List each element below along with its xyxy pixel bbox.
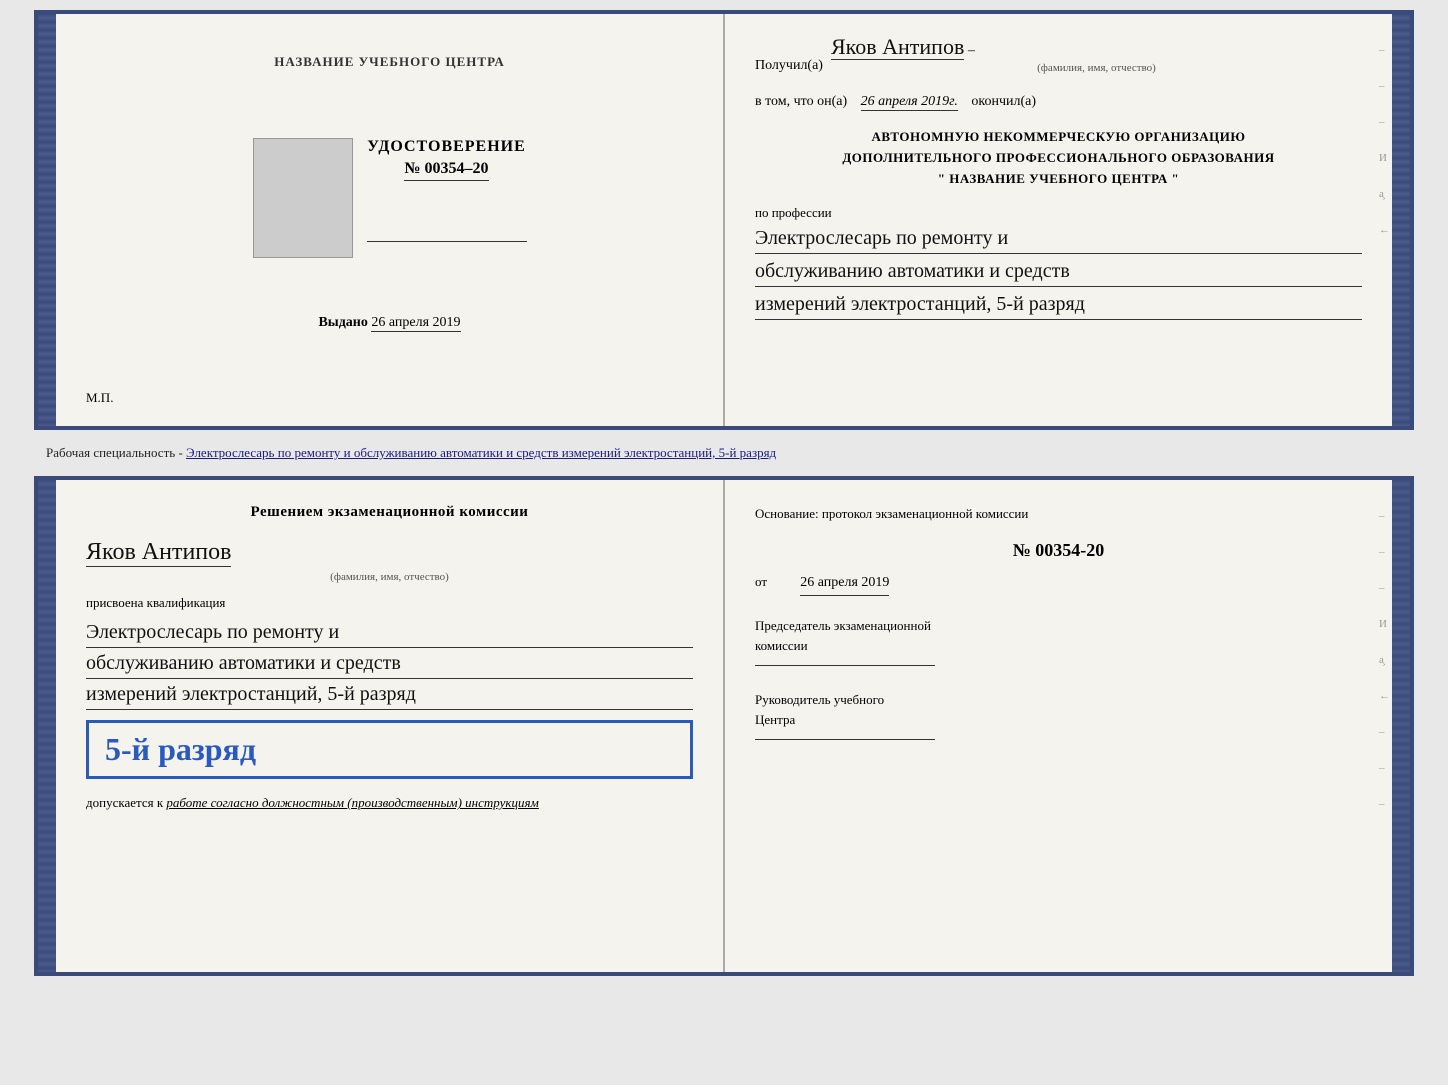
person-name-bottom: Яков Антипов [86, 539, 231, 567]
rank-text: 5-й разряд [105, 731, 256, 767]
left-spine-top [38, 14, 56, 426]
name-caption-top: (фамилия, имя, отчество) [831, 62, 1362, 74]
head-label1: Руководитель учебного [755, 690, 1362, 710]
org-name-left: НАЗВАНИЕ УЧЕБНОГО ЦЕНТРА [274, 54, 505, 70]
top-left-page: НАЗВАНИЕ УЧЕБНОГО ЦЕНТРА УДОСТОВЕРЕНИЕ №… [56, 14, 725, 426]
name-caption-bottom: (фамилия, имя, отчество) [86, 571, 693, 583]
profession-text-line3: измерений электростанций, 5-й разряд [755, 289, 1362, 320]
right-dashes: –––Иа̧← [1379, 44, 1390, 236]
cert-number: № 00354–20 [404, 160, 488, 181]
qual-line1: Электрослесарь по ремонту и [86, 617, 693, 648]
profession-text-line1: Электрослесарь по ремонту и [755, 223, 1362, 254]
cert-title-block: УДОСТОВЕРЕНИЕ № 00354–20 [367, 138, 527, 242]
profession-label: по профессии [755, 205, 1362, 221]
bottom-right-page: Основание: протокол экзаменационной коми… [725, 480, 1392, 972]
right-spine-bottom [1392, 480, 1410, 972]
allows-underline: работе согласно должностным (производств… [166, 795, 538, 810]
mp-label: М.П. [86, 390, 113, 406]
chairman-label2: комиссии [755, 636, 1362, 656]
date-value: 26 апреля 2019г. [861, 94, 958, 111]
bottom-right-dashes: –––Иа̧←––– [1379, 510, 1390, 810]
allows-prefix: допускается к [86, 795, 163, 810]
specialty-prefix: Рабочая специальность - [46, 445, 186, 460]
qual-line3: измерений электростанций, 5-й разряд [86, 679, 693, 710]
rank-box: 5-й разряд [86, 720, 693, 779]
issued-date: 26 апреля 2019 [371, 315, 460, 332]
head-label2: Центра [755, 710, 1362, 730]
document-container: НАЗВАНИЕ УЧЕБНОГО ЦЕНТРА УДОСТОВЕРЕНИЕ №… [34, 10, 1414, 976]
specialty-text: Электрослесарь по ремонту и обслуживанию… [186, 445, 776, 460]
protocol-number: № 00354-20 [755, 534, 1362, 566]
allows-text: допускается к работе согласно должностны… [86, 795, 693, 811]
chairman-signature-line [755, 665, 935, 666]
foundation-block: Основание: протокол экзаменационной коми… [755, 502, 1362, 596]
head-signature-line [755, 739, 935, 740]
profession-text-line2: обслуживанию автоматики и средств [755, 256, 1362, 287]
issued-block: Выдано 26 апреля 2019 [318, 315, 460, 332]
bottom-left-page: Решением экзаменационной комиссии Яков А… [56, 480, 725, 972]
protocol-date-prefix: от [755, 574, 767, 589]
chairman-label1: Председатель экзаменационной [755, 616, 1362, 636]
photo-placeholder [253, 138, 353, 258]
recipient-line: Получил(а) Яков Антипов – (фамилия, имя,… [755, 34, 1362, 74]
top-right-page: Получил(а) Яков Антипов – (фамилия, имя,… [725, 14, 1392, 426]
date-prefix: в том, что он(а) [755, 94, 847, 109]
cert-title: УДОСТОВЕРЕНИЕ [367, 138, 527, 156]
qual-line2: обслуживанию автоматики и средств [86, 648, 693, 679]
date-line: в том, что он(а) 26 апреля 2019г. окончи… [755, 94, 1362, 111]
foundation-label: Основание: протокол экзаменационной коми… [755, 506, 1028, 521]
commission-title: Решением экзаменационной комиссии [86, 502, 693, 523]
protocol-date-value: 26 апреля 2019 [800, 570, 889, 596]
recipient-prefix: Получил(а) [755, 58, 823, 74]
issued-label: Выдано [318, 315, 367, 330]
date-suffix: окончил(а) [971, 94, 1036, 109]
right-spine-top [1392, 14, 1410, 426]
left-spine-bottom [38, 480, 56, 972]
top-book: НАЗВАНИЕ УЧЕБНОГО ЦЕНТРА УДОСТОВЕРЕНИЕ №… [34, 10, 1414, 430]
specialty-bar: Рабочая специальность - Электрослесарь п… [34, 438, 1414, 468]
head-block: Руководитель учебного Центра [755, 690, 1362, 744]
org-description: АВТОНОМНУЮ НЕКОММЕРЧЕСКУЮ ОРГАНИЗАЦИЮ ДО… [755, 127, 1362, 189]
bottom-book: Решением экзаменационной комиссии Яков А… [34, 476, 1414, 976]
recipient-name: Яков Антипов [831, 34, 964, 60]
assigned-text: присвоена квалификация [86, 595, 693, 611]
chairman-block: Председатель экзаменационной комиссии [755, 616, 1362, 670]
